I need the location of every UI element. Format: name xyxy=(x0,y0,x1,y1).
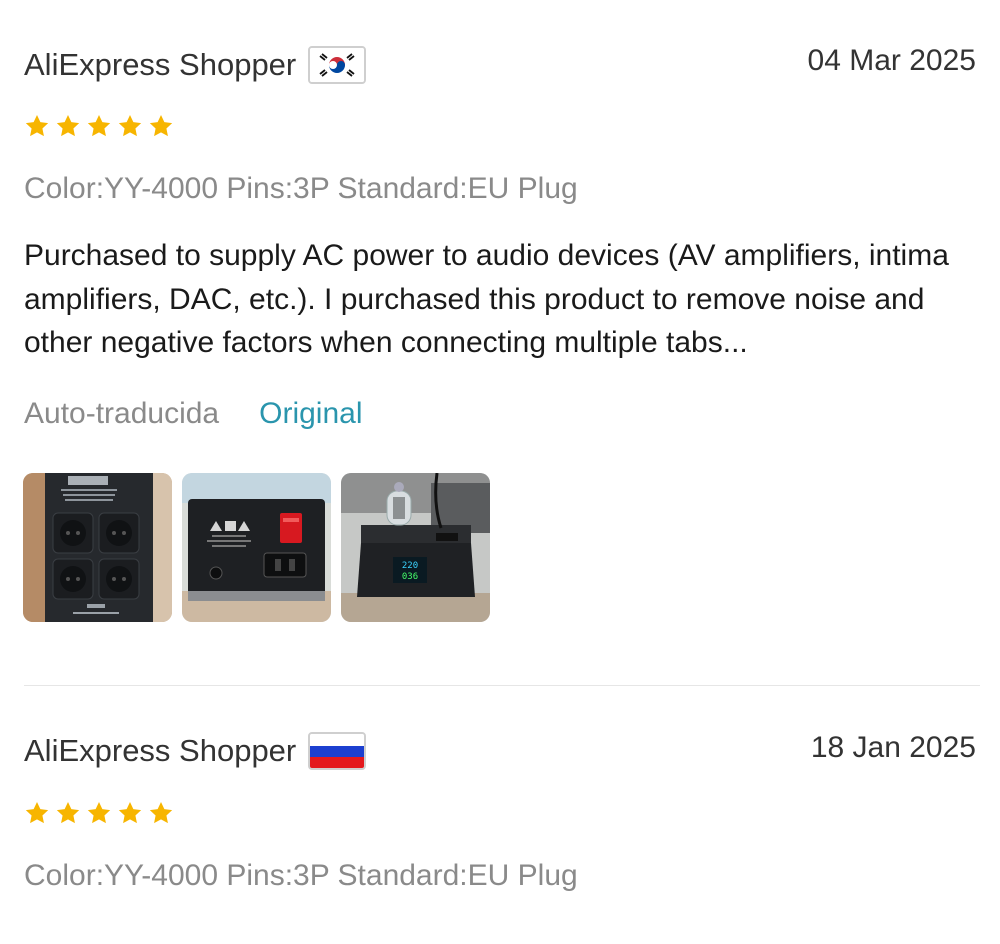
power-conditioner-with-display-photo[interactable]: 220 036 xyxy=(341,473,490,622)
reviewer-name: AliExpress Shopper xyxy=(24,733,297,768)
star-icon xyxy=(87,801,111,824)
star-icon xyxy=(118,114,142,137)
review-text: Purchased to supply AC power to audio de… xyxy=(24,239,949,359)
review-photos: 220 036 xyxy=(23,473,490,622)
review-date: 18 Jan 2025 xyxy=(810,731,976,764)
star-rating xyxy=(24,800,174,826)
translation-row: Auto-traducida Original xyxy=(24,397,363,431)
sku-variant: Color:YY-4000 Pins:3P Standard:EU Plug xyxy=(24,172,578,205)
auto-translated-label: Auto-traducida xyxy=(24,397,220,430)
star-icon xyxy=(149,114,173,137)
show-original-link[interactable]: Original xyxy=(259,397,362,431)
reviewer-row: AliExpress Shopper xyxy=(24,46,367,84)
star-icon xyxy=(56,801,80,824)
review-divider xyxy=(24,685,980,686)
star-icon xyxy=(118,801,142,824)
star-icon xyxy=(149,801,173,824)
reviewer-name: AliExpress Shopper xyxy=(24,47,297,82)
star-icon xyxy=(56,114,80,137)
reviewer-row: AliExpress Shopper xyxy=(24,732,367,770)
south-korea-flag-icon xyxy=(308,46,367,84)
star-icon xyxy=(87,114,111,137)
power-strip-back-panel-photo[interactable] xyxy=(182,473,331,622)
russia-flag-icon xyxy=(308,732,367,770)
star-icon xyxy=(25,114,49,137)
star-rating xyxy=(24,113,174,139)
star-icon xyxy=(25,801,49,824)
power-strip-front-photo[interactable] xyxy=(23,473,172,622)
sku-variant: Color:YY-4000 Pins:3P Standard:EU Plug xyxy=(24,859,578,892)
meter-current-readout: 036 xyxy=(402,572,418,582)
review-date: 04 Mar 2025 xyxy=(807,44,976,77)
meter-voltage-readout: 220 xyxy=(402,561,418,571)
